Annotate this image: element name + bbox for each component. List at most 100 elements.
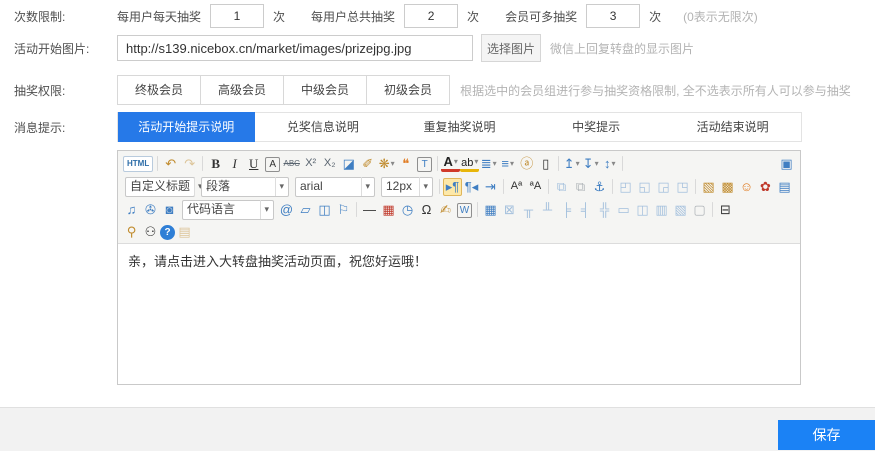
limit-field-label: 每用户总共抽奖	[311, 8, 395, 25]
limit-count-input[interactable]	[210, 4, 264, 28]
remove-format-icon[interactable]: ◪	[339, 154, 358, 173]
blockquote-icon[interactable]: ❝	[396, 154, 415, 173]
editor-toolbar: HTML↶↷BIUAABCX²X₂◪✐❋❝TAab≣≡ⓐ▯↥↧↕▣ 自定义标题段…	[118, 151, 800, 244]
undo-icon[interactable]: ↶	[161, 154, 180, 173]
image-icon[interactable]: ▧	[699, 177, 718, 196]
find-replace-icon[interactable]: ⚇	[141, 222, 160, 241]
palette-icon[interactable]: ✿	[756, 177, 775, 196]
message-tab[interactable]: 兑奖信息说明	[255, 113, 392, 141]
help-icon[interactable]: ?	[160, 225, 175, 240]
image-block-icon[interactable]: ◳	[673, 177, 692, 196]
new-document-icon[interactable]: ▯	[536, 154, 555, 173]
custom-title-select[interactable]: 自定义标题	[125, 177, 195, 197]
fullscreen-icon[interactable]: ▣	[777, 154, 796, 173]
limit-count-input[interactable]	[404, 4, 458, 28]
font-color-icon[interactable]: A	[441, 155, 460, 172]
ltr-paragraph-icon[interactable]: ▸¶	[443, 178, 462, 196]
print-icon[interactable]: ⊟	[716, 200, 735, 219]
bold-icon[interactable]: B	[206, 154, 225, 173]
attachment-icon[interactable]: ✇	[141, 200, 160, 219]
strikethrough-icon[interactable]: ABC	[282, 154, 301, 173]
member-group-button[interactable]: 终极会员	[117, 75, 201, 105]
image-center-icon[interactable]: ◱	[635, 177, 654, 196]
code-language-select[interactable]: 代码语言	[182, 200, 274, 220]
music-icon[interactable]: ♫	[122, 200, 141, 219]
template-icon[interactable]: ▢	[690, 200, 709, 219]
table-split-cell-icon[interactable]: ◫	[633, 200, 652, 219]
underline-icon[interactable]: U	[244, 154, 263, 173]
table-header-icon[interactable]: ▧	[671, 200, 690, 219]
subscript-icon[interactable]: X₂	[320, 154, 339, 173]
first-line-indent-icon[interactable]: ⇥	[481, 177, 500, 196]
table-col-delete-icon[interactable]: ╬	[595, 200, 614, 219]
member-group-button[interactable]: 中级会员	[283, 75, 367, 105]
limit-count-input[interactable]	[586, 4, 640, 28]
redo-icon[interactable]: ↷	[180, 154, 199, 173]
save-button[interactable]: 保存	[778, 420, 875, 450]
member-group-button[interactable]: 初级会员	[366, 75, 450, 105]
unordered-list-icon[interactable]: ≡	[498, 154, 517, 173]
message-tab[interactable]: 中奖提示	[528, 113, 665, 141]
quick-style-icon[interactable]: A	[265, 157, 280, 172]
paragraph-select[interactable]: 段落	[201, 177, 289, 197]
table-cell-props-icon[interactable]: ╥	[519, 200, 538, 219]
superscript-icon[interactable]: X²	[301, 154, 320, 173]
format-painter-icon[interactable]: ✐	[358, 154, 377, 173]
choose-image-button[interactable]: 选择图片	[481, 34, 541, 62]
font-size-select[interactable]: 12px	[381, 177, 433, 197]
table-icon[interactable]: ▦	[481, 200, 500, 219]
special-char-icon[interactable]: Ω	[417, 200, 436, 219]
table-row-insert-icon[interactable]: ╨	[538, 200, 557, 219]
member-group-button[interactable]: 高级会员	[200, 75, 284, 105]
member-group-buttons: 终极会员高级会员中级会员初级会员	[117, 75, 450, 105]
table-merge-cells-icon[interactable]: ▭	[614, 200, 633, 219]
video-icon[interactable]: ▤	[775, 177, 794, 196]
preview-icon[interactable]: ⚲	[122, 222, 141, 241]
image-right-icon[interactable]: ◲	[654, 177, 673, 196]
separator	[477, 202, 478, 217]
unlink-icon[interactable]: ⧉	[571, 177, 590, 196]
rtl-paragraph-icon[interactable]: ¶◂	[462, 177, 481, 196]
paste-icon[interactable]: ▤	[175, 222, 194, 241]
table-col-insert-icon[interactable]: ╞	[557, 200, 576, 219]
line-height-icon[interactable]: ↕	[600, 154, 619, 173]
message-tab[interactable]: 活动结束说明	[664, 113, 801, 141]
ordered-list-icon[interactable]: ≣	[479, 154, 498, 173]
calendar-icon[interactable]: ▦	[379, 200, 398, 219]
signature-icon[interactable]: ✍	[436, 200, 455, 219]
limits-row: 次数限制: 每用户每天抽奖 次 每用户总共抽奖 次 会员可多抽奖 次 (0表示无…	[14, 3, 875, 29]
table-delete-icon[interactable]: ⊠	[500, 200, 519, 219]
highlight-color-icon[interactable]: ab	[460, 155, 479, 172]
clock-icon[interactable]: ◷	[398, 200, 417, 219]
map-icon[interactable]: ⚐	[334, 200, 353, 219]
font-enlarge-icon[interactable]: Aª	[507, 177, 526, 196]
auto-typeset-icon[interactable]: ❋	[377, 154, 396, 173]
message-tab[interactable]: 活动开始提示说明	[118, 112, 255, 142]
anchor-icon[interactable]: ⚓	[590, 177, 609, 196]
margin-bottom-icon[interactable]: ↧	[581, 154, 600, 173]
image-left-icon[interactable]: ◰	[616, 177, 635, 196]
italic-icon[interactable]: I	[225, 154, 244, 173]
columns-icon[interactable]: ◫	[315, 200, 334, 219]
circled-letter-icon[interactable]: ⓐ	[517, 154, 536, 173]
link-icon[interactable]: ⧉	[552, 177, 571, 196]
start-image-url-input[interactable]	[117, 35, 473, 61]
word-import-icon[interactable]: W	[457, 203, 472, 218]
separator	[548, 179, 549, 194]
font-family-select[interactable]: arial	[295, 177, 375, 197]
message-tab[interactable]: 重复抽奖说明	[391, 113, 528, 141]
toolbar-row-3: ♫✇◙代码语言@▱◫⚐—▦◷Ω✍W▦⊠╥╨╞╡╬▭◫▥▧▢⊟	[118, 198, 800, 221]
margin-top-icon[interactable]: ↥	[562, 154, 581, 173]
media-icon[interactable]: ◙	[160, 200, 179, 219]
html-source-icon[interactable]: HTML	[123, 156, 153, 172]
editor-content-area[interactable]: 亲，请点击进入大转盘抽奖活动页面，祝您好运哦！	[118, 244, 800, 384]
album-icon[interactable]: ▩	[718, 177, 737, 196]
table-props-icon[interactable]: ▥	[652, 200, 671, 219]
page-break-icon[interactable]: ▱	[296, 200, 315, 219]
emoticon-icon[interactable]: ☺	[737, 177, 756, 196]
insert-code-icon[interactable]: @	[277, 200, 296, 219]
font-shrink-icon[interactable]: ªA	[526, 177, 545, 196]
hr-icon[interactable]: —	[360, 200, 379, 219]
paste-plain-icon[interactable]: T	[417, 157, 432, 172]
table-row-delete-icon[interactable]: ╡	[576, 200, 595, 219]
